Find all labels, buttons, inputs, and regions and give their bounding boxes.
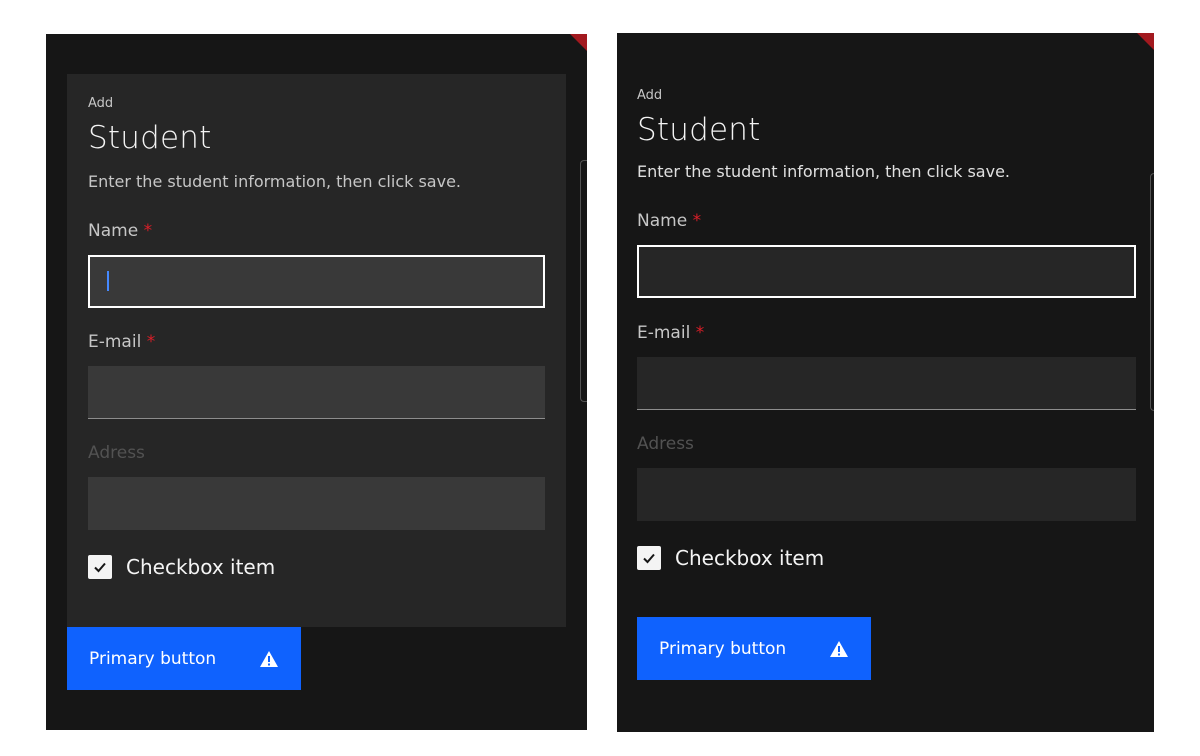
warning-icon <box>260 650 278 667</box>
scrollbar-edge[interactable] <box>1150 173 1154 411</box>
form-eyebrow: Add <box>88 96 114 111</box>
form-content: Add Student Enter the student informatio… <box>637 88 1136 573</box>
required-asterisk: * <box>695 323 705 343</box>
address-input[interactable] <box>88 477 545 530</box>
email-label: E-mail * <box>88 332 545 356</box>
name-label: Name * <box>88 221 545 245</box>
email-input[interactable] <box>637 357 1136 410</box>
checkmark-icon <box>643 553 655 564</box>
email-input[interactable] <box>88 366 545 419</box>
checkbox-label: Checkbox item <box>126 555 276 579</box>
checkmark-icon <box>94 562 106 573</box>
corner-accent <box>570 34 587 51</box>
name-label-text: Name <box>637 211 688 231</box>
form-description: Enter the student information, then clic… <box>88 172 461 191</box>
name-label-text: Name <box>88 221 139 241</box>
form-title: Student <box>637 112 761 148</box>
primary-button[interactable]: Primary button <box>67 627 301 690</box>
address-label: Adress <box>88 443 145 463</box>
form-panel-right: Add Student Enter the student informatio… <box>617 33 1154 732</box>
name-input[interactable] <box>88 255 545 308</box>
checkbox-item[interactable]: Checkbox item <box>88 552 545 582</box>
checkbox-item[interactable]: Checkbox item <box>637 543 1136 573</box>
checkbox-label: Checkbox item <box>675 546 825 570</box>
email-label: E-mail * <box>637 323 1136 347</box>
form-title: Student <box>88 120 212 156</box>
address-input[interactable] <box>637 468 1136 521</box>
form-content: Add Student Enter the student informatio… <box>88 96 545 582</box>
primary-button-label: Primary button <box>659 638 787 659</box>
text-cursor <box>107 271 109 291</box>
name-input[interactable] <box>637 245 1136 298</box>
checkbox[interactable] <box>637 546 661 570</box>
corner-accent <box>1137 33 1154 50</box>
email-label-text: E-mail <box>88 332 142 352</box>
name-label: Name * <box>637 211 1136 235</box>
form-panel-left: Add Student Enter the student informatio… <box>46 34 587 730</box>
primary-button-label: Primary button <box>89 648 217 669</box>
required-asterisk: * <box>143 221 153 241</box>
form-eyebrow: Add <box>637 88 663 103</box>
email-label-text: E-mail <box>637 323 691 343</box>
address-label: Adress <box>637 434 694 454</box>
required-asterisk: * <box>692 211 702 231</box>
checkbox[interactable] <box>88 555 112 579</box>
required-asterisk: * <box>146 332 156 352</box>
warning-icon <box>830 640 848 657</box>
form-description: Enter the student information, then clic… <box>637 162 1010 181</box>
scrollbar-edge[interactable] <box>580 160 587 402</box>
primary-button[interactable]: Primary button <box>637 617 871 680</box>
